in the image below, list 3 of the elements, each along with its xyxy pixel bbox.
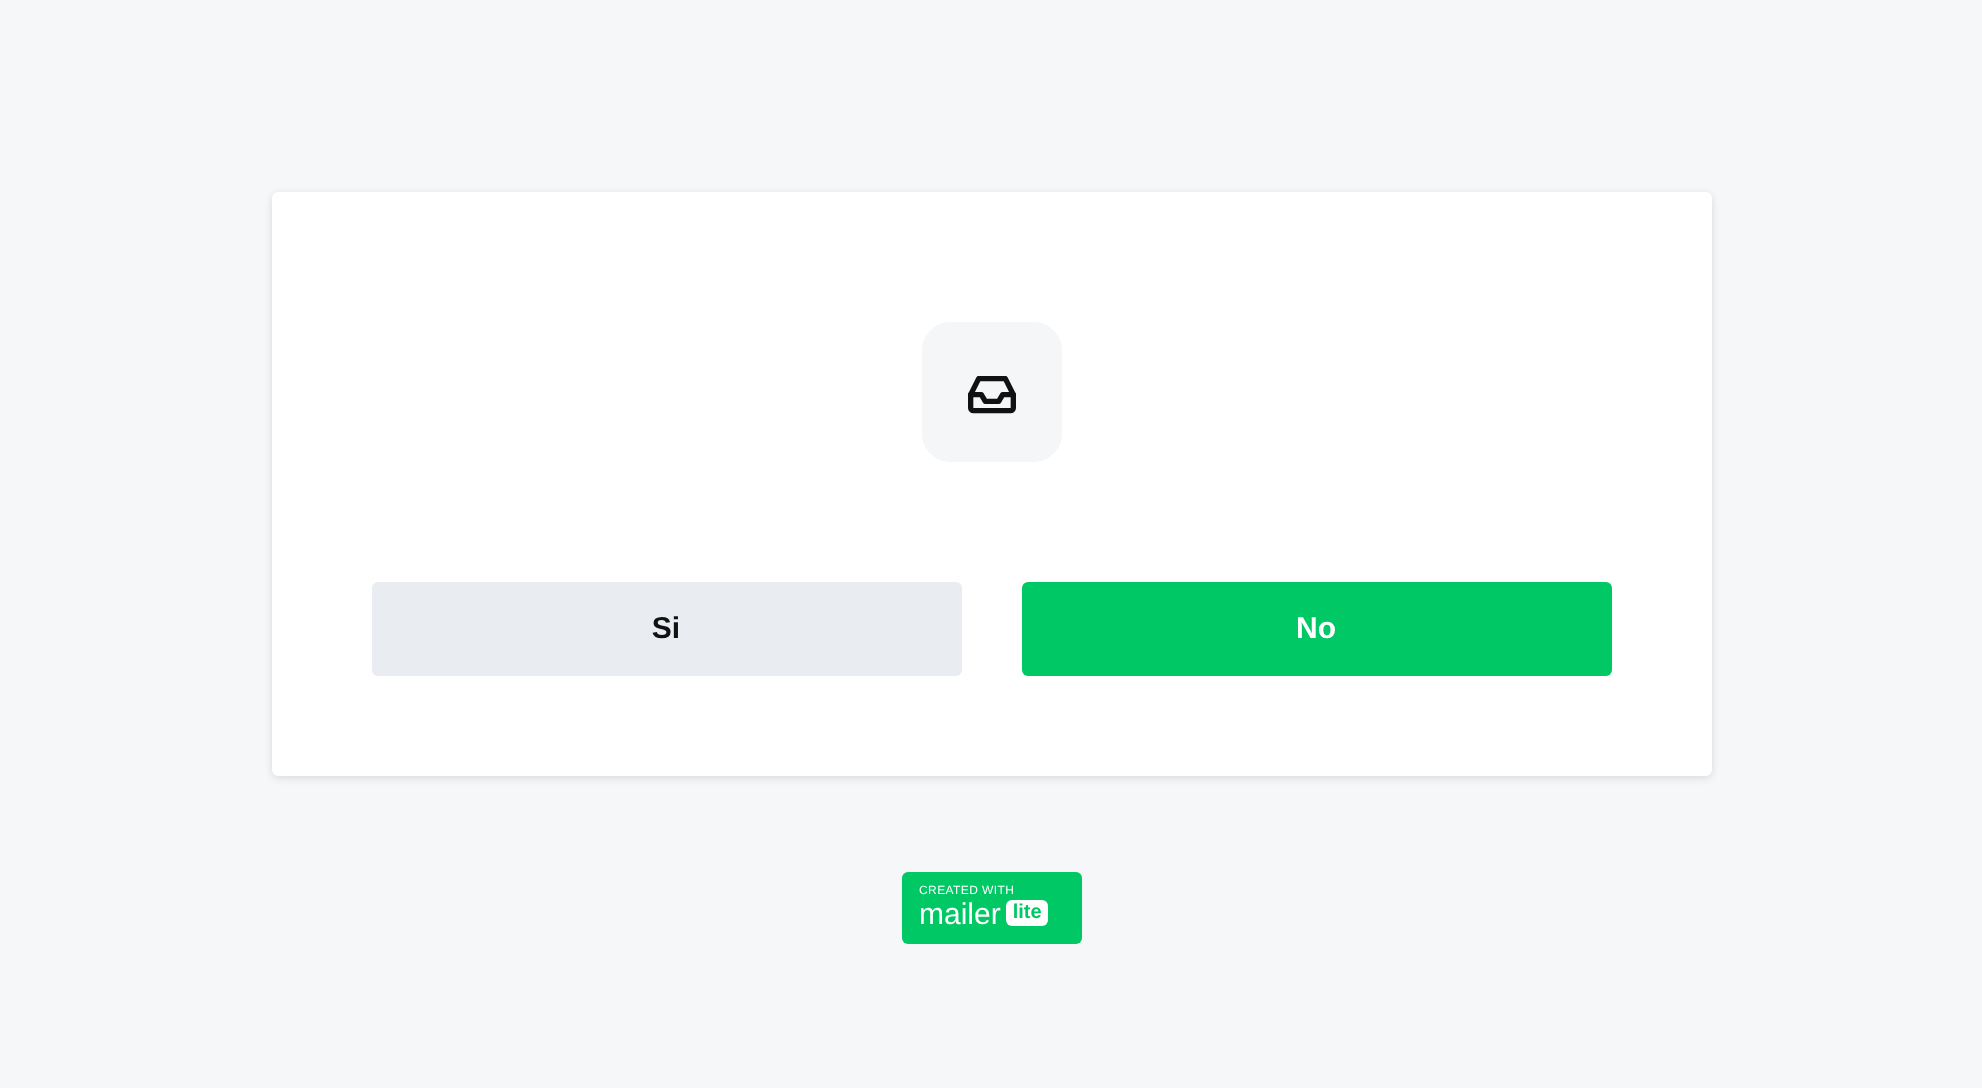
secondary-button[interactable]: Si xyxy=(371,582,961,676)
inbox-icon xyxy=(921,322,1061,462)
primary-button[interactable]: No xyxy=(1021,582,1611,676)
